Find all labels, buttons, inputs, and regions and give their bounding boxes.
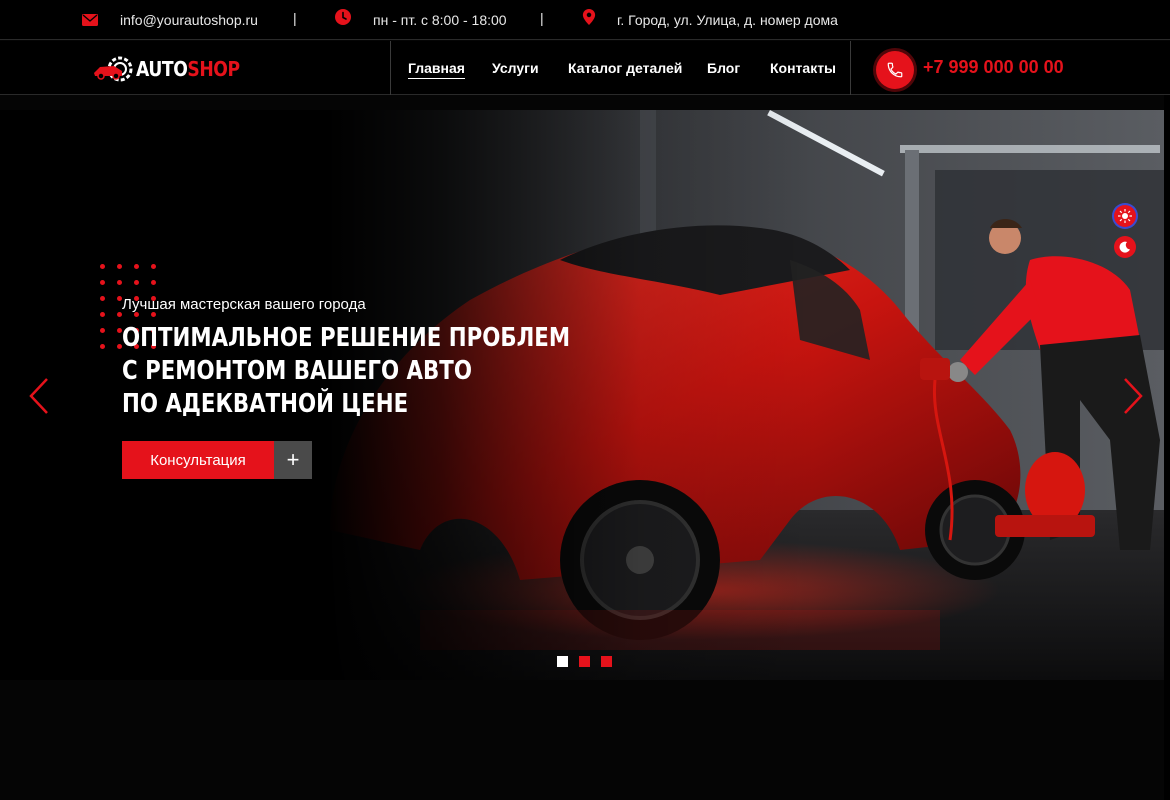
nav-item-contacts[interactable]: Контакты xyxy=(770,60,836,76)
address: г. Город, ул. Улица, д. номер дома xyxy=(617,12,838,28)
envelope-icon xyxy=(82,14,98,26)
hero-title: Оптимальное решение проблем с ремонтом в… xyxy=(122,322,570,421)
nav-divider xyxy=(850,41,851,95)
decorative-dot xyxy=(100,328,105,333)
decorative-dot xyxy=(100,344,105,349)
nav-item-services[interactable]: Услуги xyxy=(492,60,539,76)
clock-icon xyxy=(335,9,351,25)
dark-theme-toggle[interactable] xyxy=(1114,236,1136,258)
slider-pagination-dot[interactable] xyxy=(601,656,612,667)
consultation-button[interactable]: Консультация xyxy=(122,441,274,479)
separator: | xyxy=(540,10,544,26)
decorative-dot xyxy=(100,280,105,285)
working-hours: пн - пт. с 8:00 - 18:00 xyxy=(373,12,507,28)
hero-subtitle: Лучшая мастерская вашего города xyxy=(122,296,366,313)
slider-next-arrow-icon[interactable] xyxy=(1121,376,1145,416)
slider-prev-arrow-icon[interactable] xyxy=(27,376,51,416)
moon-icon xyxy=(1119,241,1130,253)
plus-button[interactable]: + xyxy=(274,441,312,479)
main-navbar: AUTOSHOP Главная Услуги Каталог деталей … xyxy=(0,41,1170,95)
nav-item-home[interactable]: Главная xyxy=(408,60,465,79)
top-bar: info@yourautoshop.ru | пн - пт. с 8:00 -… xyxy=(0,0,1170,40)
decorative-dot xyxy=(100,312,105,317)
sun-icon xyxy=(1118,209,1132,223)
hero-title-line: Оптимальное решение проблем xyxy=(122,323,571,353)
slider-pagination-dot[interactable] xyxy=(557,656,568,667)
logo-text: AUTOSHOP xyxy=(136,57,240,81)
location-pin-icon xyxy=(582,9,596,25)
decorative-dot xyxy=(100,264,105,269)
hero-slider: Лучшая мастерская вашего города Оптималь… xyxy=(0,110,1164,680)
scrollbar-track[interactable] xyxy=(1164,95,1170,800)
car-gear-logo-icon xyxy=(94,56,133,82)
hero-title-line: с ремонтом вашего авто xyxy=(122,356,472,386)
decorative-dot xyxy=(134,280,139,285)
nav-item-blog[interactable]: Блог xyxy=(707,60,740,76)
cta-group: Консультация + xyxy=(122,441,312,479)
nav-item-parts-catalog[interactable]: Каталог деталей xyxy=(568,60,682,76)
nav-divider xyxy=(390,41,391,95)
decorative-dot xyxy=(117,264,122,269)
decorative-dot xyxy=(100,296,105,301)
separator: | xyxy=(293,10,297,26)
decorative-dot xyxy=(151,280,156,285)
logo[interactable]: AUTOSHOP xyxy=(92,55,257,83)
call-button[interactable] xyxy=(876,51,914,89)
decorative-dot xyxy=(134,264,139,269)
slider-pagination-dot[interactable] xyxy=(579,656,590,667)
contact-email[interactable]: info@yourautoshop.ru xyxy=(120,0,258,40)
phone-icon xyxy=(887,62,903,78)
decorative-dot xyxy=(117,280,122,285)
phone-number[interactable]: +7 999 000 00 00 xyxy=(923,57,1064,78)
decorative-dot xyxy=(151,264,156,269)
light-theme-toggle[interactable] xyxy=(1114,205,1136,227)
hero-title-line: по адекватной цене xyxy=(122,389,409,419)
